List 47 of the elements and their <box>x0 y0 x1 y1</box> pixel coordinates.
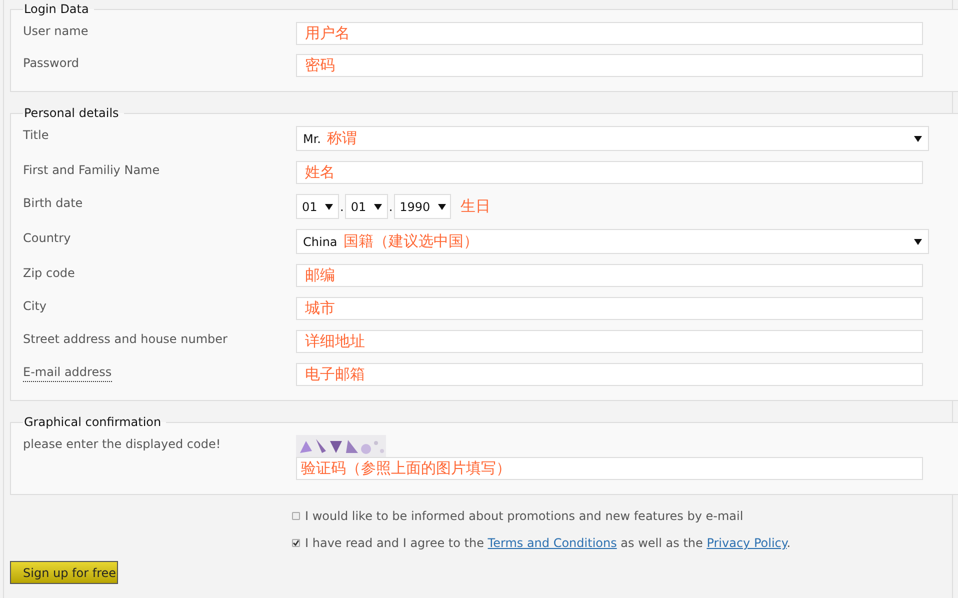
input-field[interactable]: 姓名 <box>296 161 923 184</box>
option-text: I have read and I agree to the Terms and Conditions as well as the Privacy Policy. <box>305 535 791 552</box>
input-field[interactable]: 密码 <box>296 54 923 77</box>
field-label: Birth date <box>23 195 83 212</box>
field-label: please enter the displayed code! <box>23 436 221 453</box>
caret-icon <box>438 204 446 210</box>
dropdown[interactable]: Mr. 称谓 <box>296 126 929 151</box>
input-field[interactable]: 用户名 <box>296 22 923 45</box>
field-label: Title <box>23 127 49 144</box>
input-field[interactable]: 电子邮箱 <box>296 363 923 386</box>
field-label: Password <box>23 55 80 72</box>
field-label: First and Familiy Name <box>23 162 160 179</box>
privacy-link[interactable]: Privacy Policy <box>706 536 787 550</box>
checkbox[interactable] <box>292 512 300 520</box>
caret-icon <box>914 136 922 142</box>
input-field[interactable]: 邮编 <box>296 264 923 287</box>
terms-link[interactable]: Terms and Conditions <box>488 536 617 550</box>
dropdown-value: Mr. <box>303 130 321 148</box>
section-title: Graphical confirmation <box>23 414 162 431</box>
separator-text: . <box>339 198 345 216</box>
field-label: User name <box>23 23 88 40</box>
option-text: I would like to be informed about promotions and new features by e-mail <box>305 508 744 525</box>
dropdown[interactable]: China 国籍（建议选中国） <box>296 229 929 254</box>
field-label: City <box>23 298 47 315</box>
signup-button[interactable]: Sign up for free <box>10 561 118 584</box>
section-title: Personal details <box>23 105 120 122</box>
checkbox[interactable] <box>292 539 300 547</box>
dropdown-value: China <box>303 234 338 250</box>
caret-icon <box>374 204 382 210</box>
input-field[interactable]: 城市 <box>296 297 923 320</box>
caret-icon <box>325 204 334 210</box>
caret-icon <box>914 238 922 244</box>
field-label: Zip code <box>23 265 75 282</box>
field-label: Street address and house number <box>23 331 228 348</box>
dropdown[interactable]: 01 <box>296 194 339 219</box>
annotation-text: 国籍（建议选中国） <box>343 231 478 252</box>
annotation-text: 生日 <box>460 196 491 218</box>
input-field[interactable]: 详细地址 <box>296 330 923 353</box>
separator-text: . <box>388 198 394 216</box>
checkmark-icon <box>293 540 299 546</box>
dropdown[interactable]: 1990 <box>394 194 451 219</box>
annotation-text: 称谓 <box>327 128 357 150</box>
input-field[interactable]: 验证码（参照上面的图片填写） <box>296 457 923 480</box>
field-label: E-mail address <box>23 363 112 382</box>
field-label: Country <box>23 230 71 247</box>
section-title: Login Data <box>23 1 90 18</box>
dropdown[interactable]: 01 <box>344 194 388 219</box>
